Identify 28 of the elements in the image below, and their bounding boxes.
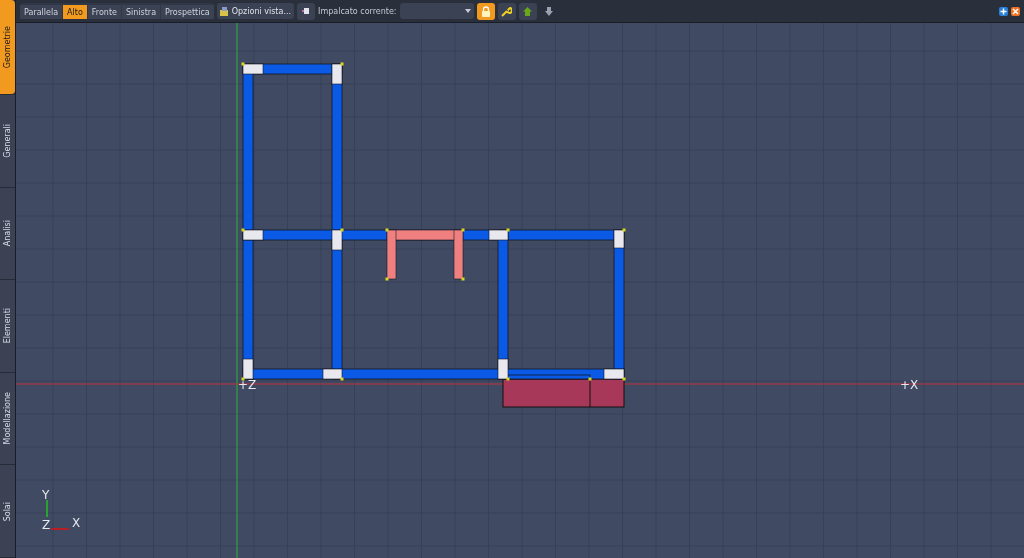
side-tab[interactable]: Generali [0, 95, 15, 188]
close-icon[interactable] [1011, 6, 1020, 16]
view-tab[interactable]: Prospettica [161, 5, 214, 19]
triad-x-label: X [72, 516, 81, 530]
drawing-canvas[interactable]: +Z +X Y Z X [16, 23, 1024, 558]
x-axis-label: +X [900, 378, 919, 392]
triad-z-label: Z [42, 518, 51, 532]
side-tab[interactable]: Geometrie [0, 0, 15, 95]
layers-icon [219, 6, 230, 16]
side-tab[interactable]: Solai [0, 465, 15, 558]
side-tab[interactable]: Elementi [0, 280, 15, 373]
triad-x-axis [50, 528, 70, 530]
view-tab[interactable]: Fronte [87, 5, 121, 19]
lock-button[interactable] [476, 2, 495, 20]
floor-label: Impalcato corrente: [318, 6, 397, 16]
view-tab[interactable]: Alto [63, 5, 87, 19]
triad-y-axis [46, 499, 48, 518]
view-tab[interactable]: Parallela [20, 5, 63, 19]
camera-button[interactable] [297, 2, 316, 20]
triad-y-label: Y [42, 488, 50, 502]
view-options-button[interactable]: Opzioni vista... [216, 3, 295, 19]
view-tab[interactable]: Sinistra [121, 5, 161, 19]
lock-icon [480, 5, 491, 17]
side-tab[interactable]: Analisi [0, 187, 15, 281]
origin-label: +Z [238, 378, 257, 392]
add-icon[interactable] [999, 6, 1008, 16]
dropdown-caret-icon [464, 9, 471, 13]
side-tab[interactable]: Modellazione [0, 372, 15, 466]
